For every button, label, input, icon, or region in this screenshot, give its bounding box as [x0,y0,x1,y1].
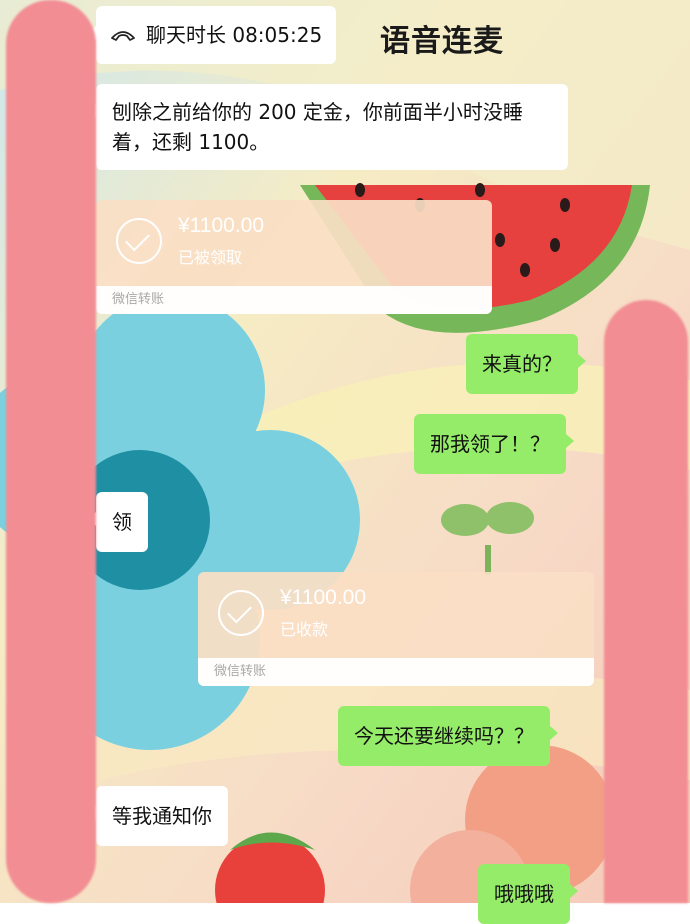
message-bubble-received[interactable]: 等我通知你 [88,786,228,846]
voice-call-title: 语音连麦 [380,24,504,59]
message-text: 那我领了！？ [430,432,550,456]
message-bubble-received[interactable]: 领 [88,492,148,552]
message-bubble-received[interactable]: 刨除之前给你的 200 定金，你前面半小时没睡着，还剩 1100。 [88,84,568,170]
transfer-amount: ¥1100.00 [178,214,265,237]
transfer-card-collected[interactable]: ¥1100.00 已收款 微信转账 [198,572,594,686]
check-circle-icon [116,218,162,264]
message-bubble-sent[interactable]: 来真的？ [466,334,586,394]
transfer-status: 已被领取 [178,248,243,267]
transfer-footer: 微信转账 [96,286,492,314]
message-text: 领 [112,510,132,534]
redaction-mark-left [6,0,96,903]
message-bubble-sent[interactable]: 那我领了！？ [414,414,574,474]
message-bubble-sent[interactable]: 哦哦哦 [478,864,578,924]
check-circle-icon [218,590,264,636]
transfer-amount: ¥1100.00 [280,586,367,609]
message-text: 等我通知你 [112,804,212,828]
phone-hangup-icon [111,31,135,41]
call-duration-bubble[interactable]: 聊天时长 08:05:25 [87,6,337,64]
call-duration-text: 聊天时长 08:05:25 [146,23,323,47]
redaction-mark-right [604,300,688,903]
message-bubble-sent[interactable]: 今天还要继续吗？？ [338,706,558,766]
transfer-card-received[interactable]: ¥1100.00 已被领取 微信转账 [96,200,492,314]
message-text: 刨除之前给你的 200 定金，你前面半小时没睡着，还剩 1100。 [112,100,523,154]
transfer-footer: 微信转账 [198,658,594,686]
message-text: 来真的？ [482,352,562,376]
transfer-status: 已收款 [280,620,329,639]
message-text: 今天还要继续吗？？ [354,724,534,748]
message-text: 哦哦哦 [494,882,554,906]
